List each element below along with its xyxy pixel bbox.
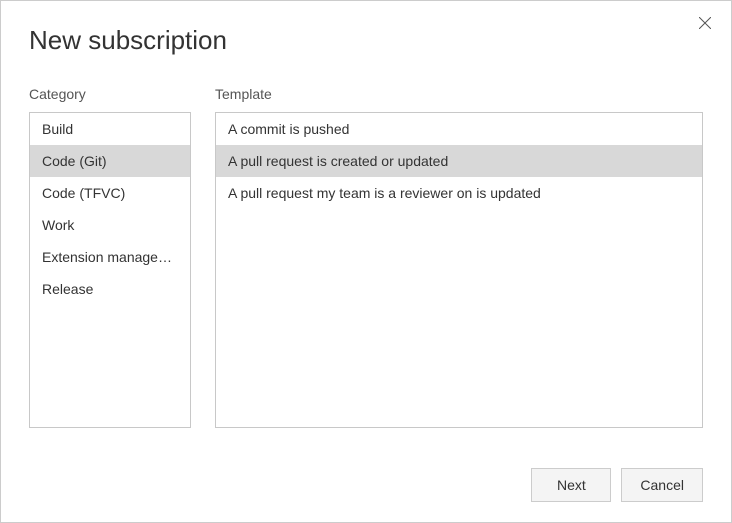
template-item[interactable]: A pull request is created or updated [216,145,702,177]
category-item[interactable]: Code (Git) [30,145,190,177]
next-button[interactable]: Next [531,468,611,502]
template-label: Template [215,86,703,102]
template-item-label: A commit is pushed [228,121,349,137]
category-item-label: Code (Git) [42,153,107,169]
category-item-label: Build [42,121,73,137]
template-item-label: A pull request is created or updated [228,153,448,169]
category-item[interactable]: Code (TFVC) [30,177,190,209]
category-item[interactable]: Release [30,273,190,305]
category-label: Category [29,86,191,102]
category-listbox[interactable]: Build Code (Git) Code (TFVC) Work Extension … [29,112,191,428]
close-icon [699,17,711,29]
category-item-label: Code (TFVC) [42,185,125,201]
category-item-label: Work [42,217,74,233]
category-item[interactable]: Work [30,209,190,241]
columns-container: Category Build Code (Git) Code (TFVC) Work E… [29,86,703,428]
template-column: Template A commit is pushed A pull reques… [215,86,703,428]
category-item-label: Release [42,281,93,297]
close-button[interactable] [697,15,713,31]
category-item[interactable]: Build [30,113,190,145]
dialog-footer: Next Cancel [531,468,703,502]
category-item-label: Extension management [42,249,189,265]
template-item[interactable]: A pull request my team is a reviewer on … [216,177,702,209]
template-item[interactable]: A commit is pushed [216,113,702,145]
template-item-label: A pull request my team is a reviewer on … [228,185,541,201]
new-subscription-dialog: New subscription Category Build Code (Git… [1,1,731,522]
template-listbox[interactable]: A commit is pushed A pull request is crea… [215,112,703,428]
dialog-title: New subscription [29,25,703,56]
category-item[interactable]: Extension management [30,241,190,273]
cancel-button[interactable]: Cancel [621,468,703,502]
category-column: Category Build Code (Git) Code (TFVC) Work E… [29,86,191,428]
